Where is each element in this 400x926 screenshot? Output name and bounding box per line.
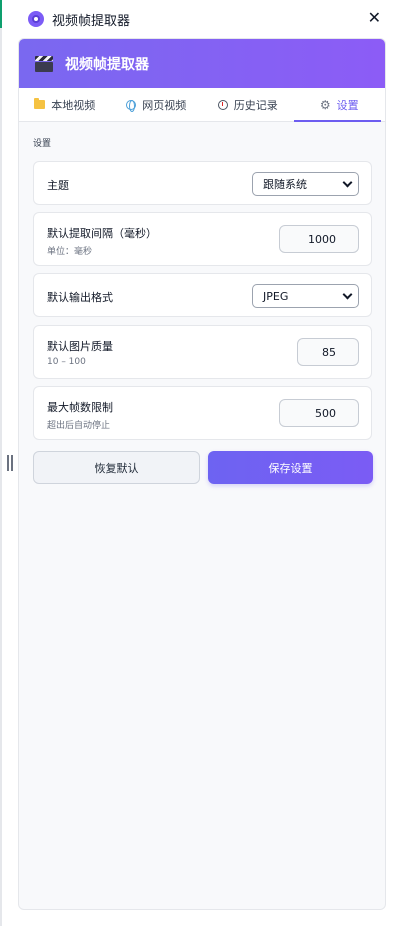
extractor-panel: 视频帧提取器 本地视频 网页视频 历史记录 ⚙ 设置 设置 主题 跟随系统 默认… <box>18 38 386 910</box>
clapperboard-icon <box>35 55 53 72</box>
chevron-down-icon <box>342 289 353 300</box>
panel-header: 视频帧提取器 <box>19 39 385 88</box>
max-frames-setting-card: 最大帧数限制 超出后自动停止 500 <box>33 386 372 440</box>
clock-icon <box>217 99 228 110</box>
left-edge-divider <box>0 0 2 926</box>
quality-value: 85 <box>322 345 336 359</box>
app-logo-icon <box>28 11 44 27</box>
window-title: 视频帧提取器 <box>52 13 131 29</box>
interval-setting-card: 默认提取间隔（毫秒） 单位：毫秒 1000 <box>33 212 372 266</box>
interval-hint: 单位：毫秒 <box>47 247 93 257</box>
quality-label: 默认图片质量 <box>47 340 113 353</box>
tab-label: 本地视频 <box>51 98 96 112</box>
window-titlebar: 视频帧提取器 ✕ <box>18 0 393 38</box>
max-frames-value: 500 <box>315 406 336 420</box>
folder-icon <box>34 98 46 109</box>
interval-label: 默认提取间隔（毫秒） <box>47 227 157 240</box>
max-frames-label: 最大帧数限制 <box>47 401 113 414</box>
tab-settings[interactable]: ⚙ 设置 <box>293 88 386 122</box>
interval-value: 1000 <box>308 232 336 246</box>
format-label: 默认输出格式 <box>47 291 113 304</box>
tab-local-video[interactable]: 本地视频 <box>19 88 111 121</box>
tab-bar: 本地视频 网页视频 历史记录 ⚙ 设置 <box>19 88 385 122</box>
max-frames-input[interactable]: 500 <box>279 399 359 427</box>
format-setting-card: 默认输出格式 JPEG <box>33 273 372 317</box>
left-accent-marker <box>0 0 2 28</box>
section-title: 设置 <box>33 139 52 149</box>
tab-history[interactable]: 历史记录 <box>202 88 294 121</box>
theme-label: 主题 <box>47 179 69 192</box>
tab-label: 设置 <box>336 98 359 112</box>
quality-input[interactable]: 85 <box>297 338 359 366</box>
max-frames-hint: 超出后自动停止 <box>47 421 111 431</box>
quality-hint: 10 – 100 <box>47 357 86 367</box>
interval-input[interactable]: 1000 <box>279 225 359 253</box>
close-icon[interactable]: ✕ <box>368 9 381 27</box>
chevron-down-icon <box>342 177 353 188</box>
reset-defaults-button[interactable]: 恢复默认 <box>33 451 200 484</box>
globe-icon <box>126 99 137 112</box>
theme-setting-card: 主题 跟随系统 <box>33 161 372 205</box>
theme-select[interactable]: 跟随系统 <box>252 172 359 196</box>
save-settings-button[interactable]: 保存设置 <box>208 451 373 484</box>
quality-setting-card: 默认图片质量 10 – 100 85 <box>33 325 372 379</box>
gear-icon: ⚙ <box>319 97 331 112</box>
resize-handle[interactable] <box>6 455 14 473</box>
format-select[interactable]: JPEG <box>252 284 359 308</box>
panel-title: 视频帧提取器 <box>65 56 149 73</box>
tab-label: 历史记录 <box>233 98 278 112</box>
format-select-value: JPEG <box>263 289 289 303</box>
tab-label: 网页视频 <box>142 98 187 112</box>
tab-web-video[interactable]: 网页视频 <box>111 88 203 121</box>
theme-select-value: 跟随系统 <box>263 178 307 191</box>
